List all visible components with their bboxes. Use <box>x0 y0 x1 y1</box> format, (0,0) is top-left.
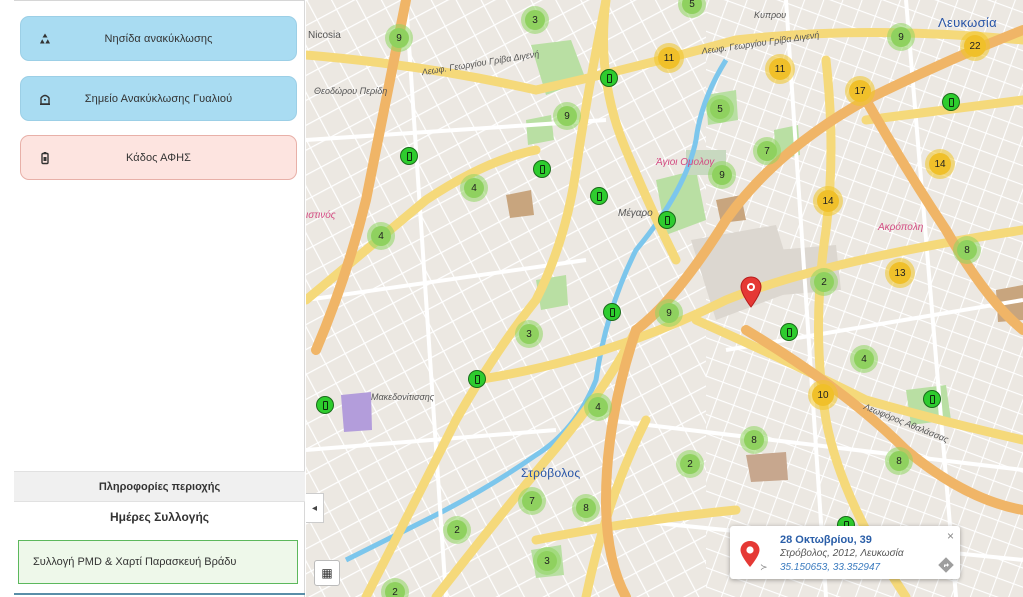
battery-icon <box>664 215 670 225</box>
battery-icon <box>596 191 602 201</box>
cluster-marker[interactable]: 8 <box>885 447 913 475</box>
battery-bin-marker[interactable] <box>780 323 798 341</box>
battery-bin-marker[interactable] <box>316 396 334 414</box>
battery-bin-label: Κάδος ΑΦΗΣ <box>125 151 192 164</box>
battery-bin-marker[interactable] <box>658 211 676 229</box>
map-pin-icon <box>740 541 760 567</box>
popup-address-details: Στρόβολος, 2012, Λευκωσία <box>780 548 904 559</box>
popup-close-button[interactable]: × <box>947 529 954 543</box>
battery-icon <box>929 394 935 404</box>
cluster-marker[interactable]: 22 <box>960 31 990 61</box>
sidebar: Νησίδα ανακύκλωσης Σημείο Ανακύκλωσης Γυ… <box>0 0 305 597</box>
cluster-marker[interactable]: 3 <box>515 320 543 348</box>
battery-icon <box>474 374 480 384</box>
cluster-marker[interactable]: 3 <box>521 6 549 34</box>
sidebar-bottom-bar <box>14 593 305 595</box>
map-layers-button[interactable]: ▦ <box>314 560 340 586</box>
cluster-marker[interactable]: 7 <box>518 487 546 515</box>
collapse-sidebar-button[interactable]: ◂ <box>306 493 324 523</box>
cluster-marker[interactable]: 9 <box>655 299 683 327</box>
battery-bin-marker[interactable] <box>468 370 486 388</box>
popup-address-title: 28 Οκτωβρίου, 39 <box>780 534 872 546</box>
cluster-marker[interactable]: 13 <box>885 258 915 288</box>
cluster-marker[interactable]: 4 <box>460 174 488 202</box>
recycle-icon <box>37 31 53 47</box>
cluster-marker[interactable]: 9 <box>385 24 413 52</box>
cluster-marker[interactable]: 10 <box>808 380 838 410</box>
popup-coordinates[interactable]: 35.150653, 33.352947 <box>780 562 880 573</box>
battery-bin-marker[interactable] <box>603 303 621 321</box>
cluster-marker[interactable]: 2 <box>676 450 704 478</box>
battery-icon <box>948 97 954 107</box>
battery-icon <box>606 73 612 83</box>
share-icon[interactable]: ≻ <box>760 562 768 573</box>
selected-location-pin-icon[interactable] <box>740 276 762 308</box>
battery-bin-marker[interactable] <box>590 187 608 205</box>
battery-icon <box>406 151 412 161</box>
app-window: Νησίδα ανακύκλωσης Σημείο Ανακύκλωσης Γυ… <box>0 0 1023 597</box>
glass-bin-icon <box>37 91 53 107</box>
cluster-marker[interactable]: 4 <box>584 393 612 421</box>
cluster-marker[interactable]: 2 <box>443 516 471 544</box>
cluster-marker[interactable]: 8 <box>572 494 600 522</box>
collection-days-title: Ημέρες Συλλογής <box>109 510 210 524</box>
cluster-marker[interactable]: 17 <box>845 76 875 106</box>
cluster-marker[interactable]: 7 <box>753 137 781 165</box>
battery-bin-button[interactable]: Κάδος ΑΦΗΣ <box>20 135 297 180</box>
recycling-island-button[interactable]: Νησίδα ανακύκλωσης <box>20 16 297 61</box>
cluster-marker[interactable]: 4 <box>850 345 878 373</box>
battery-bin-marker[interactable] <box>533 160 551 178</box>
cluster-marker[interactable]: 2 <box>810 268 838 296</box>
glass-recycling-button[interactable]: Σημείο Ανακύκλωσης Γυαλιού <box>20 76 297 121</box>
cluster-marker[interactable]: 9 <box>887 23 915 51</box>
directions-icon[interactable] <box>938 557 954 573</box>
cluster-marker[interactable]: 4 <box>367 222 395 250</box>
sidebar-divider <box>14 0 304 1</box>
area-info-header[interactable]: Πληροφορίες περιοχής <box>14 471 305 502</box>
battery-bin-marker[interactable] <box>600 69 618 87</box>
glass-recycling-label: Σημείο Ανακύκλωσης Γυαλιού <box>84 92 233 105</box>
cluster-marker[interactable]: 14 <box>813 186 843 216</box>
battery-icon <box>609 307 615 317</box>
cluster-marker[interactable]: 9 <box>553 102 581 130</box>
battery-bin-marker[interactable] <box>923 390 941 408</box>
collection-schedule-item: Συλλογή PMD & Χαρτί Παρασκευή Βράδυ <box>18 540 298 584</box>
battery-icon <box>322 400 328 410</box>
cluster-marker[interactable]: 9 <box>708 161 736 189</box>
cluster-marker[interactable]: 14 <box>925 149 955 179</box>
cluster-marker[interactable]: 11 <box>765 54 795 84</box>
cluster-marker[interactable]: 3 <box>533 547 561 575</box>
battery-bin-marker[interactable] <box>942 93 960 111</box>
location-popup: ≻ 28 Οκτωβρίου, 39 Στρόβολος, 2012, Λευκ… <box>730 526 960 579</box>
recycling-island-label: Νησίδα ανακύκλωσης <box>104 32 213 45</box>
battery-icon <box>539 164 545 174</box>
cluster-marker[interactable]: 11 <box>654 43 684 73</box>
cluster-marker[interactable]: 8 <box>953 236 981 264</box>
battery-bin-icon <box>37 150 53 166</box>
cluster-marker[interactable]: 5 <box>706 95 734 123</box>
cluster-marker[interactable]: 8 <box>740 426 768 454</box>
map-view[interactable]: Λευκωσία Στρόβολος Άγιοι Ομολογ Ακρόπολη… <box>306 0 1023 597</box>
battery-bin-marker[interactable] <box>400 147 418 165</box>
battery-icon <box>786 327 792 337</box>
